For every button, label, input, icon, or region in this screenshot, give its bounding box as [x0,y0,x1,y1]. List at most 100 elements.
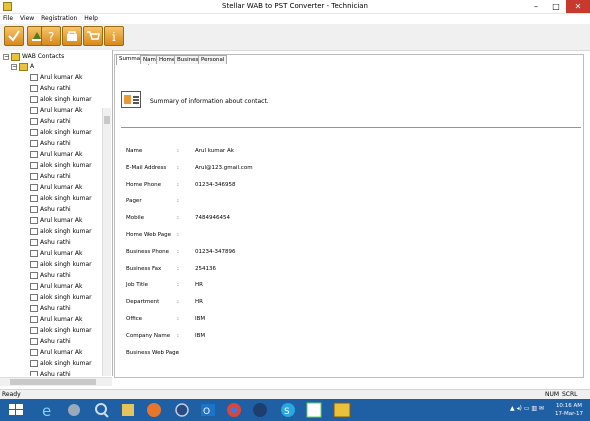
menu-view[interactable]: View [20,14,34,23]
list-item-label: Ashu rathi [40,272,71,279]
list-item[interactable]: alok singh kumar [30,259,106,270]
info-button[interactable]: i [104,26,124,46]
menu-registration[interactable]: Registration [41,14,77,23]
list-item[interactable]: alok singh kumar [30,292,106,303]
help-button[interactable]: ? [41,26,61,46]
app-icon[interactable] [250,401,270,419]
list-item[interactable]: Arul kumar Ak [30,281,106,292]
contact-icon [30,184,38,191]
field-value: Arul kumar Ak [195,148,234,154]
list-item-label: Ashu rathi [40,173,71,180]
list-item-label: alok singh kumar [40,96,92,103]
list-item-label: alok singh kumar [40,195,92,202]
check-icon [8,30,20,42]
field-label: Office [126,316,143,322]
collapse-icon[interactable]: − [11,63,17,70]
list-item-label: Arul kumar Ak [40,184,83,191]
stellar-app-icon[interactable] [332,401,352,419]
list-item[interactable]: alok singh kumar [30,325,106,336]
list-item-label: Arul kumar Ak [40,316,83,323]
list-item-label: Arul kumar Ak [40,107,83,114]
field-label: Business Phone [126,248,170,255]
chrome-icon[interactable] [224,401,244,419]
list-item[interactable]: Arul kumar Ak [30,72,106,83]
field-separator: : [177,181,179,188]
field-separator: : [177,198,179,205]
list-item[interactable]: Ashu rathi [30,336,106,347]
list-item-label: Ashu rathi [40,239,71,246]
menu-file[interactable]: File [3,14,13,23]
system-tray[interactable]: ▲ ◂) ▭ ▥ ✉ [510,405,544,415]
contact-icon [30,239,38,246]
list-item[interactable]: alok singh kumar [30,127,106,138]
firefox-icon[interactable] [144,401,164,419]
tree-horizontal-scrollbar[interactable] [0,377,112,386]
list-item[interactable]: Ashu rathi [30,116,106,127]
maximize-button[interactable]: □ [546,0,566,13]
clock[interactable]: 10:16 AM 17-Mar-17 [554,402,584,418]
list-item-label: Ashu rathi [40,118,71,125]
contact-icon [30,327,38,334]
outlook-icon[interactable]: O [198,401,218,419]
menu-help[interactable]: Help [84,14,98,23]
contact-icon [30,195,38,202]
contact-icon [30,96,38,103]
convert-button[interactable] [4,26,24,46]
tab-personal[interactable]: Personal [198,55,228,64]
windows-start-icon[interactable] [6,401,26,419]
network-app-icon[interactable] [172,401,192,419]
search-app-icon[interactable] [92,401,112,419]
num-lock-indicator: NUM [545,391,560,398]
list-item[interactable]: Arul kumar Ak [30,105,106,116]
list-item-label: alok singh kumar [40,294,92,301]
list-item[interactable]: alok singh kumar [30,94,106,105]
tree-root[interactable]: − WAB Contacts [3,52,64,62]
list-item[interactable]: Ashu rathi [30,369,106,376]
contact-icon [30,316,38,323]
list-item[interactable]: alok singh kumar [30,226,106,237]
grid-app-icon[interactable] [64,401,84,419]
list-item-label: Ashu rathi [40,371,71,376]
tree-group-a[interactable]: − A [11,62,34,72]
list-item[interactable]: Ashu rathi [30,83,106,94]
list-item[interactable]: Arul kumar Ak [30,215,106,226]
list-item[interactable]: Arul kumar Ak [30,149,106,160]
collapse-icon[interactable]: − [3,53,9,60]
list-item[interactable]: alok singh kumar [30,160,106,171]
svg-text:O: O [203,407,210,417]
field-label: Business Fax [126,265,162,272]
internet-explorer-icon[interactable]: e [38,401,58,419]
media-app-icon[interactable] [118,401,138,419]
list-item[interactable]: Ashu rathi [30,138,106,149]
field-separator: : [177,232,179,238]
key-icon [67,31,77,41]
list-item[interactable]: alok singh kumar [30,358,106,369]
list-item[interactable]: Arul kumar Ak [30,314,106,325]
field-value: HR [195,299,203,306]
contact-icon [30,272,38,279]
register-button[interactable] [62,26,82,46]
list-item[interactable]: Ashu rathi [30,303,106,314]
list-item[interactable]: Ashu rathi [30,270,106,281]
contact-icon [30,107,38,114]
scroll-thumb[interactable] [104,116,110,124]
close-button[interactable]: ✕ [566,0,590,13]
skype-icon[interactable]: S [278,401,298,419]
list-item[interactable]: Arul kumar Ak [30,248,106,259]
minimize-button[interactable]: – [526,0,546,13]
notes-app-icon[interactable] [304,401,324,419]
field-separator: : [177,332,179,339]
taskbar: e O S ▲ ◂) ▭ ▥ ✉ 10:16 AM 17-Mar-17 [0,399,590,421]
list-item[interactable]: Ashu rathi [30,171,106,182]
list-item[interactable]: alok singh kumar [30,193,106,204]
field-label: E-Mail Address [126,164,167,171]
contact-icon [30,338,38,345]
field-separator: : [177,316,179,322]
scroll-thumb[interactable] [10,379,96,385]
list-item[interactable]: Arul kumar Ak [30,182,106,193]
list-item[interactable]: Ashu rathi [30,204,106,215]
list-item[interactable]: Arul kumar Ak [30,347,106,358]
buy-button[interactable] [83,26,103,46]
tree-vertical-scrollbar[interactable] [102,108,111,376]
list-item[interactable]: Ashu rathi [30,237,106,248]
